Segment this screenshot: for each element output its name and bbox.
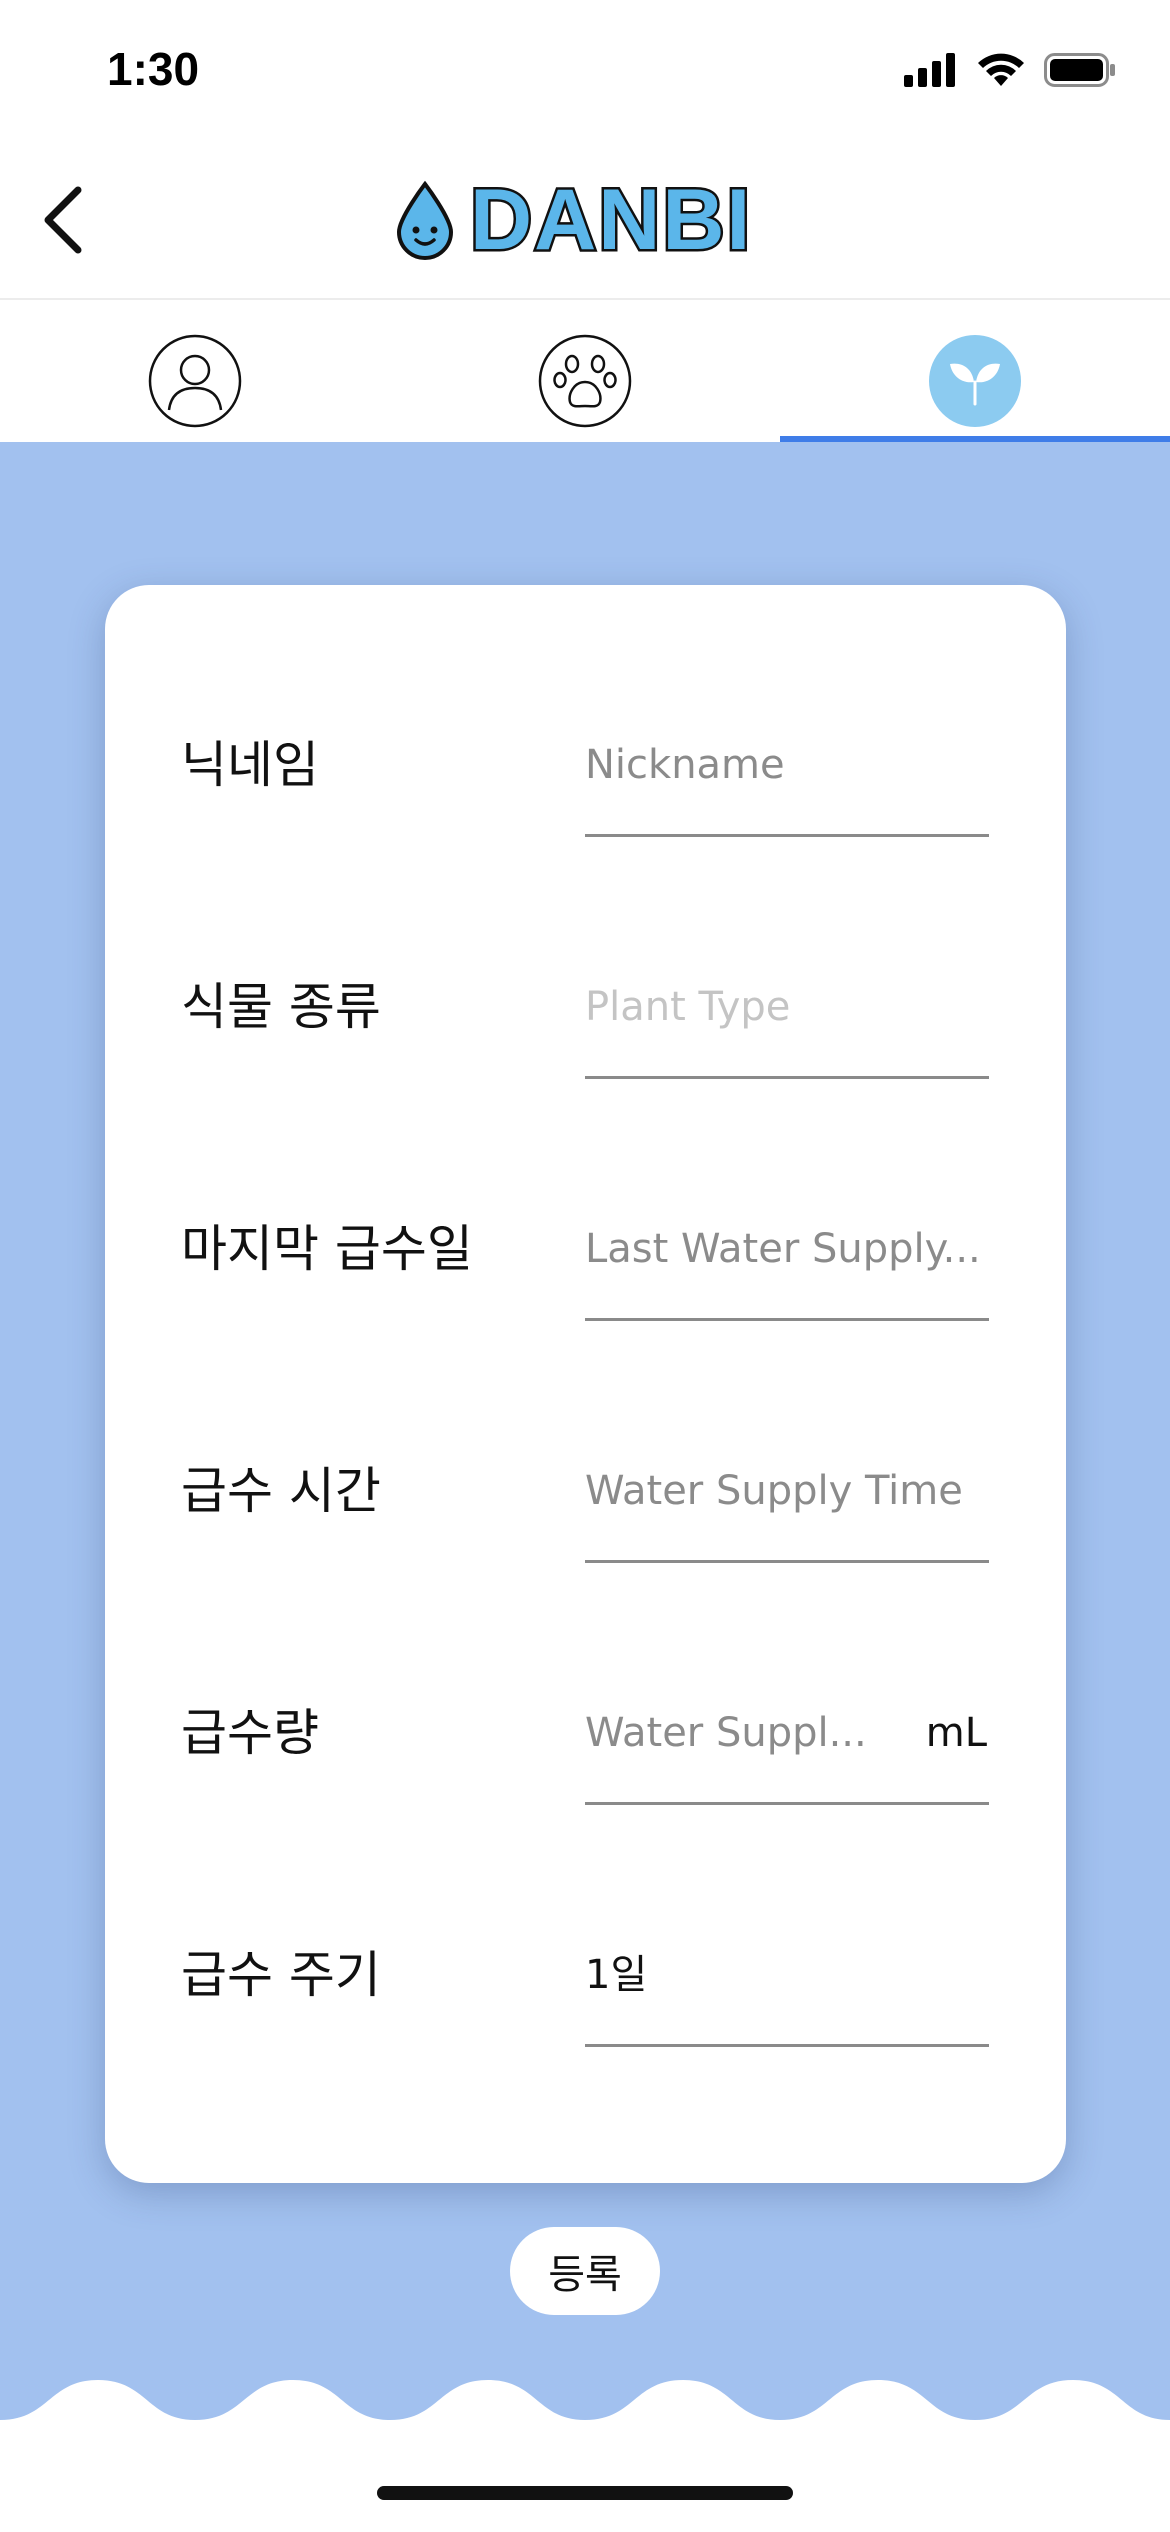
user-icon xyxy=(148,334,242,428)
logo-text: DANBI xyxy=(467,172,753,268)
status-icons xyxy=(904,52,1116,88)
water-amount-placeholder: Water Suppl... xyxy=(585,1710,867,1756)
home-indicator xyxy=(377,2486,793,2500)
wave-decoration xyxy=(0,2380,1170,2532)
back-button[interactable] xyxy=(36,180,96,260)
water-cycle-label: 급수 주기 xyxy=(181,1946,381,2004)
app-header: DANBI xyxy=(0,140,1170,300)
tab-user[interactable] xyxy=(0,302,390,442)
last-water-supply-placeholder: Last Water Supply... xyxy=(585,1226,981,1272)
sprout-icon xyxy=(929,335,1021,427)
profile-tabs xyxy=(0,302,1170,442)
last-water-supply-input[interactable]: Last Water Supply... xyxy=(585,1209,989,1321)
status-bar: 1:30 xyxy=(0,0,1170,140)
register-button[interactable]: 등록 xyxy=(510,2227,660,2315)
app-logo: DANBI xyxy=(394,172,753,268)
status-time: 1:30 xyxy=(107,43,200,95)
plant-type-input[interactable]: Plant Type xyxy=(585,967,989,1079)
tab-plant[interactable] xyxy=(780,302,1170,442)
tab-pet[interactable] xyxy=(390,302,780,442)
form-row-water-amount: 급수량 Water Suppl... mL xyxy=(105,1703,1066,1903)
water-cycle-select[interactable]: 1일 xyxy=(585,1935,989,2047)
water-supply-time-input[interactable]: Water Supply Time xyxy=(585,1451,989,1563)
water-drop-icon xyxy=(396,180,454,260)
wifi-icon xyxy=(978,53,1024,86)
plant-type-label: 식물 종류 xyxy=(181,978,381,1036)
last-water-supply-label: 마지막 급수일 xyxy=(181,1220,473,1278)
water-cycle-value: 1일 xyxy=(585,1952,648,1998)
nickname-placeholder: Nickname xyxy=(585,742,785,788)
form-row-nickname: 닉네임 Nickname xyxy=(105,735,1066,935)
paw-icon xyxy=(538,334,632,428)
nickname-input[interactable]: Nickname xyxy=(585,725,989,837)
water-amount-unit: mL xyxy=(925,1710,987,1756)
chevron-left-icon xyxy=(44,186,82,254)
water-supply-time-placeholder: Water Supply Time xyxy=(585,1468,963,1514)
main-area: 닉네임 Nickname 식물 종류 Plant Type 마지막 급수일 La… xyxy=(0,442,1170,2442)
signal-icon xyxy=(904,53,955,87)
plant-form-card: 닉네임 Nickname 식물 종류 Plant Type 마지막 급수일 La… xyxy=(105,585,1066,2183)
battery-icon xyxy=(1044,53,1115,87)
water-amount-input[interactable]: Water Suppl... mL xyxy=(585,1693,989,1805)
water-supply-time-label: 급수 시간 xyxy=(181,1462,381,1520)
water-amount-label: 급수량 xyxy=(181,1704,319,1762)
form-row-water-supply-time: 급수 시간 Water Supply Time xyxy=(105,1461,1066,1661)
form-row-plant-type: 식물 종류 Plant Type xyxy=(105,977,1066,1177)
form-row-last-water-supply: 마지막 급수일 Last Water Supply... xyxy=(105,1219,1066,1419)
nickname-label: 닉네임 xyxy=(181,736,319,794)
form-row-water-cycle: 급수 주기 1일 xyxy=(105,1945,1066,2145)
plant-type-placeholder: Plant Type xyxy=(585,984,791,1030)
